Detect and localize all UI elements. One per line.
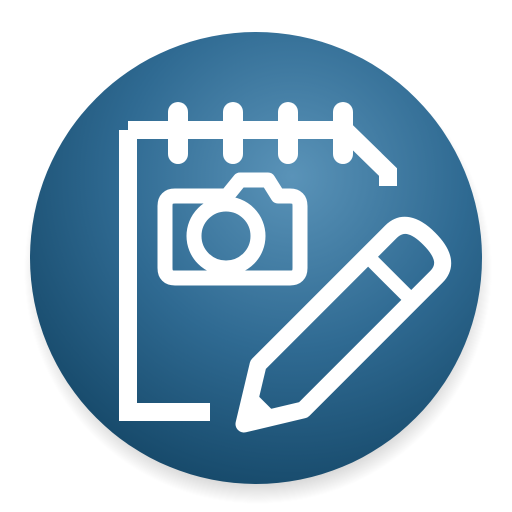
app-icon[interactable] [0, 0, 512, 512]
app-icon-stage [0, 0, 512, 512]
